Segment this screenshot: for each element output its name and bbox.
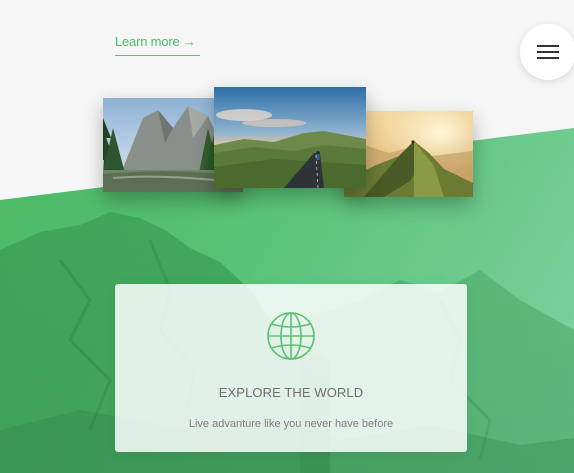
hamburger-menu-icon xyxy=(537,45,559,47)
menu-button[interactable] xyxy=(520,24,574,80)
road-image xyxy=(214,87,366,188)
gallery-photo-road[interactable] xyxy=(214,87,366,188)
card-title: EXPLORE THE WORLD xyxy=(218,385,364,400)
globe-icon xyxy=(267,312,315,360)
card-subtitle: Live advanture like you never have befor… xyxy=(188,418,394,430)
learn-more-link[interactable]: Learn more → xyxy=(115,34,200,56)
explore-card: EXPLORE THE WORLD Live advanture like yo… xyxy=(115,284,467,452)
